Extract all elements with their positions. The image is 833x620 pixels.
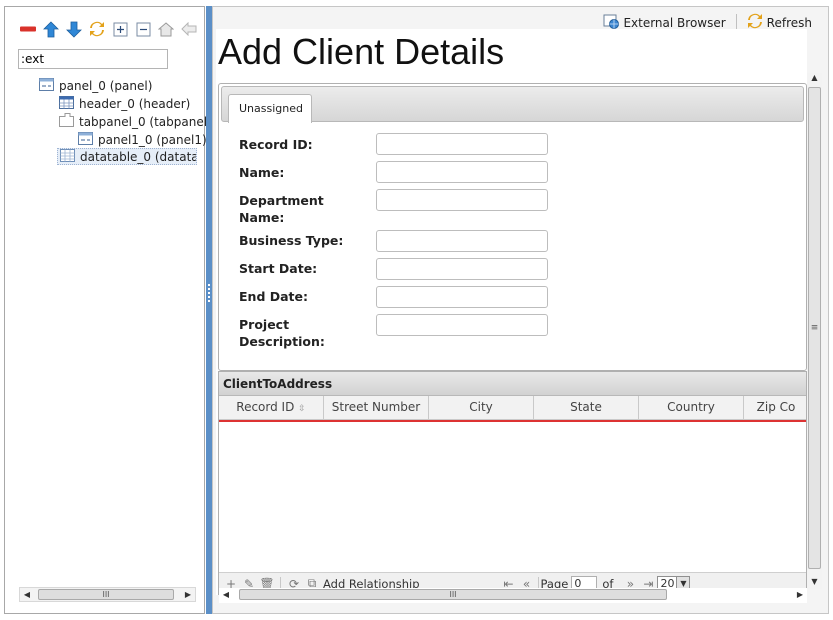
preview-horizontal-scrollbar[interactable]: ◀ III ▶	[219, 588, 807, 603]
department-name-field[interactable]	[376, 189, 548, 211]
scroll-down-icon[interactable]: ▼	[807, 577, 822, 589]
tree-node-panel-0[interactable]: panel_0 (panel)	[39, 77, 152, 94]
scroll-left-icon[interactable]: ◀	[219, 588, 233, 601]
scrollbar-thumb[interactable]: III	[239, 589, 667, 600]
scrollbar-thumb[interactable]: ≡	[808, 87, 821, 569]
tree-node-panel1-0[interactable]: panel1_0 (panel1)	[78, 131, 207, 148]
tab-unassigned[interactable]: Unassigned	[228, 94, 312, 123]
scroll-right-icon[interactable]: ▶	[181, 588, 195, 601]
tree-filter-input[interactable]	[18, 49, 168, 69]
move-down-icon[interactable]	[65, 20, 83, 38]
header-icon	[59, 95, 74, 112]
page-title: Add Client Details	[218, 31, 505, 72]
end-date-label: End Date:	[239, 289, 309, 304]
project-description-label: Project Description:	[239, 317, 325, 349]
column-header-state[interactable]: State	[534, 396, 639, 419]
preview-vertical-scrollbar[interactable]: ▲ ≡ ▼	[807, 73, 822, 589]
tree-node-label: panel_0 (panel)	[59, 78, 153, 93]
record-id-field[interactable]	[376, 133, 548, 155]
tree-toolbar	[19, 19, 198, 39]
datatable-icon	[60, 149, 75, 164]
tree-node-label: tabpanel_0 (tabpanel)	[79, 114, 212, 129]
tabpanel-icon	[59, 113, 74, 130]
back-icon[interactable]	[180, 20, 198, 38]
tree-node-label: panel1_0 (panel1)	[98, 132, 207, 147]
tree-horizontal-scrollbar[interactable]: ◀ III ▶	[19, 587, 196, 602]
expand-all-icon[interactable]	[111, 20, 129, 38]
project-description-field[interactable]	[376, 314, 548, 336]
preview-pane: External Browser Refresh Add Client Deta…	[212, 6, 829, 614]
column-header-label: Record ID	[236, 400, 295, 414]
tab-panel: Unassigned Record ID: Name: Department N…	[218, 83, 807, 371]
start-date-label: Start Date:	[239, 261, 318, 276]
sort-icon[interactable]: ⇳	[298, 404, 306, 414]
datatable-title: ClientToAddress	[219, 372, 806, 396]
external-browser-label: External Browser	[623, 15, 726, 30]
client-address-datatable: ClientToAddress Record ID ⇳ Street Numbe…	[218, 371, 807, 595]
tree-node-label: header_0 (header)	[79, 96, 191, 111]
scroll-up-icon[interactable]: ▲	[807, 73, 822, 85]
outline-tree-pane: panel_0 (panel) header_0 (header) tabpan…	[4, 6, 212, 614]
remove-icon[interactable]	[19, 20, 37, 38]
header-underline	[219, 420, 806, 422]
refresh-label: Refresh	[766, 15, 812, 30]
column-header-street-number[interactable]: Street Number	[324, 396, 429, 419]
scroll-left-icon[interactable]: ◀	[20, 588, 34, 601]
column-header-country[interactable]: Country	[639, 396, 744, 419]
panel-icon	[78, 131, 93, 148]
tree-node-datatable-0[interactable]: datatable_0 (datatable	[57, 148, 197, 165]
department-name-label: Department Name:	[239, 193, 324, 225]
move-up-icon[interactable]	[42, 20, 60, 38]
tree-node-header-0[interactable]: header_0 (header)	[59, 95, 190, 112]
record-id-label: Record ID:	[239, 137, 313, 152]
scroll-right-icon[interactable]: ▶	[793, 588, 807, 601]
end-date-field[interactable]	[376, 286, 548, 308]
start-date-field[interactable]	[376, 258, 548, 280]
scrollbar-thumb[interactable]: III	[38, 589, 174, 600]
name-field[interactable]	[376, 161, 548, 183]
column-header-record-id[interactable]: Record ID ⇳	[219, 396, 324, 419]
panel-icon	[39, 77, 54, 94]
splitter-grip-icon[interactable]	[208, 284, 210, 302]
column-header-zip-code[interactable]: Zip Co	[744, 396, 807, 419]
business-type-label: Business Type:	[239, 233, 344, 248]
home-icon[interactable]	[157, 20, 175, 38]
tree-node-label: datatable_0 (datatable	[80, 149, 196, 164]
rendered-page: Add Client Details Unassigned Record ID:…	[216, 29, 807, 595]
refresh-icon[interactable]	[88, 20, 106, 38]
tab-strip: Unassigned	[221, 86, 804, 123]
tree-node-tabpanel-0[interactable]: tabpanel_0 (tabpanel)	[59, 113, 212, 130]
collapse-all-icon[interactable]	[134, 20, 152, 38]
business-type-field[interactable]	[376, 230, 548, 252]
name-label: Name:	[239, 165, 285, 180]
column-header-city[interactable]: City	[429, 396, 534, 419]
datatable-header-row: Record ID ⇳ Street Number City State Cou…	[219, 396, 806, 420]
